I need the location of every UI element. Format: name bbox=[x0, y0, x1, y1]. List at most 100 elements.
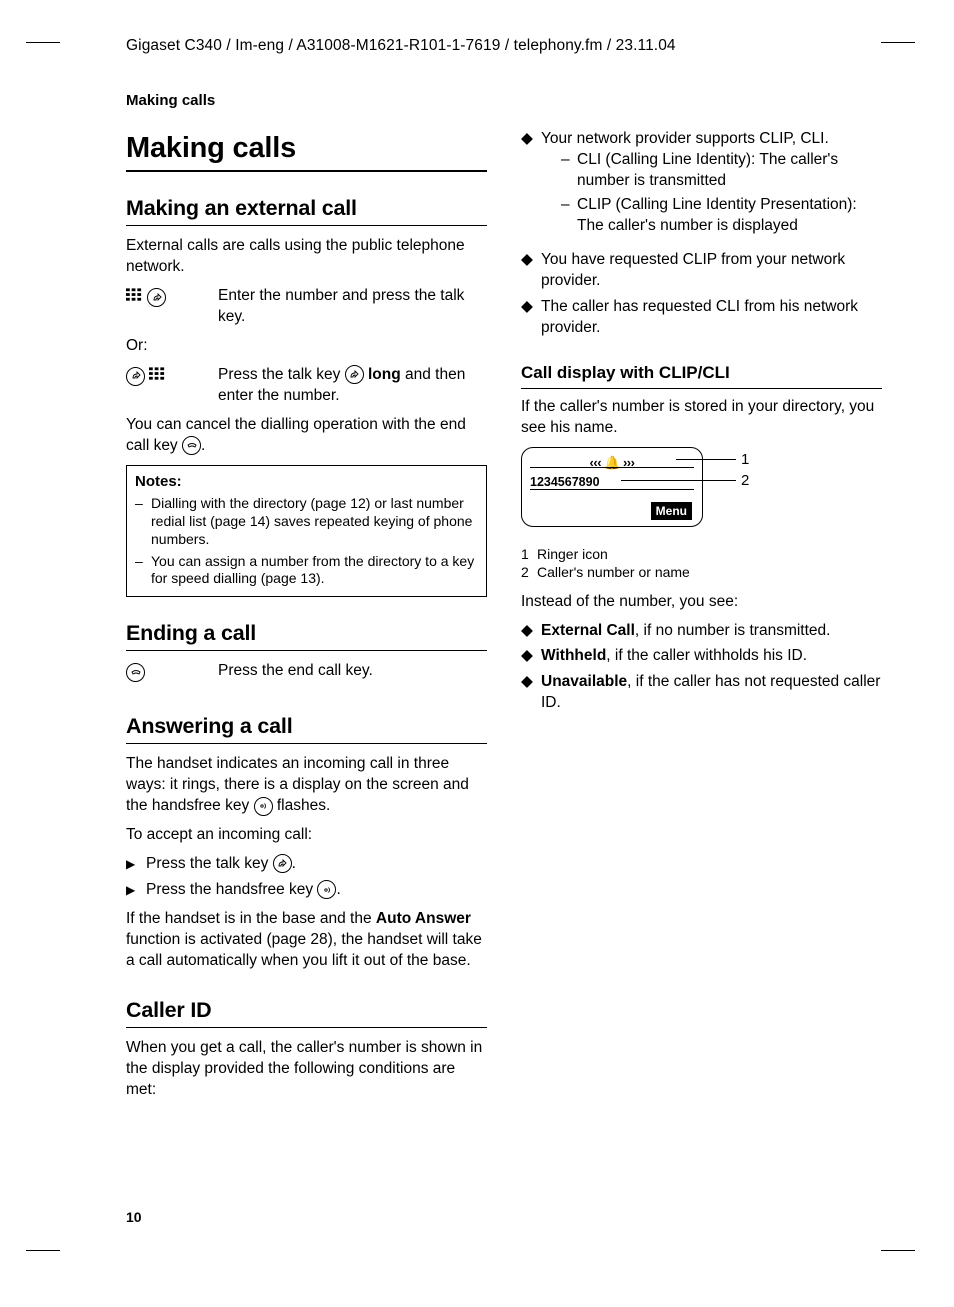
text: You can cancel the dialling operation wi… bbox=[126, 416, 466, 454]
divider bbox=[530, 489, 694, 490]
heading-answering-call: Answering a call bbox=[126, 712, 487, 741]
text-bold: long bbox=[364, 366, 401, 383]
legend: 1Ringer icon 2Caller's number or name bbox=[521, 545, 882, 581]
text: . bbox=[336, 881, 340, 898]
list-item: ◆The caller has requested CLI from his n… bbox=[521, 297, 882, 339]
h1-rule bbox=[126, 170, 487, 172]
talk-key-icon bbox=[273, 854, 292, 873]
paragraph: The handset indicates an incoming call i… bbox=[126, 754, 487, 817]
label: External Call bbox=[541, 622, 635, 639]
paragraph: You can cancel the dialling operation wi… bbox=[126, 415, 487, 457]
instruction-icons bbox=[126, 365, 218, 407]
h2-rule bbox=[126, 743, 487, 744]
h3-rule bbox=[521, 388, 882, 389]
instruction-row: Enter the number and press the talk key. bbox=[126, 286, 487, 328]
heading-ending-call: Ending a call bbox=[126, 619, 487, 648]
paragraph: When you get a call, the caller's number… bbox=[126, 1038, 487, 1101]
end-call-key-icon bbox=[182, 436, 201, 455]
h2-rule bbox=[126, 650, 487, 651]
callout-number: 2 bbox=[741, 471, 749, 491]
keypad-icon bbox=[149, 367, 166, 381]
talk-key-icon bbox=[126, 367, 145, 386]
handsfree-key-icon bbox=[254, 797, 273, 816]
callout-number: 1 bbox=[741, 450, 749, 470]
text: Press the handsfree key bbox=[146, 881, 317, 898]
text: You can assign a number from the directo… bbox=[151, 553, 478, 589]
heading-caller-id: Caller ID bbox=[126, 996, 487, 1025]
legend-num: 2 bbox=[521, 563, 537, 581]
text: . bbox=[201, 437, 205, 454]
legend-row: 2Caller's number or name bbox=[521, 563, 882, 581]
instruction-text: Press the end call key. bbox=[218, 661, 487, 682]
text: . bbox=[292, 855, 296, 872]
crop-mark bbox=[881, 1250, 915, 1251]
text: Your network provider supports CLIP, CLI… bbox=[541, 130, 829, 147]
legend-row: 1Ringer icon bbox=[521, 545, 882, 563]
ringer-row: ‹‹‹ 🔔 ››› bbox=[522, 454, 702, 472]
legend-num: 1 bbox=[521, 545, 537, 563]
menu-softkey: Menu bbox=[651, 502, 692, 520]
instruction-text: Press the talk key long and then enter t… bbox=[218, 365, 487, 407]
instruction-row: Press the talk key long and then enter t… bbox=[126, 365, 487, 407]
text: Press the handsfree key . bbox=[146, 880, 341, 901]
screen-diagram: ‹‹‹ 🔔 ››› 1234567890 Menu 1 2 bbox=[521, 447, 882, 539]
text: Press the talk key bbox=[218, 366, 345, 383]
page: Gigaset C340 / Im-eng / A31008-M1621-R10… bbox=[0, 0, 954, 1307]
h2-rule bbox=[126, 1027, 487, 1028]
list-item: ◆Unavailable, if the caller has not requ… bbox=[521, 672, 882, 714]
note-item: –Dialling with the directory (page 12) o… bbox=[135, 495, 478, 549]
list-item: ◆ Your network provider supports CLIP, C… bbox=[521, 129, 882, 245]
legend-text: Ringer icon bbox=[537, 545, 608, 563]
legend-text: Caller's number or name bbox=[537, 563, 690, 581]
paragraph: If the caller's number is stored in your… bbox=[521, 397, 882, 439]
text: You have requested CLIP from your networ… bbox=[541, 250, 882, 292]
keypad-icon bbox=[126, 288, 143, 302]
callout-line bbox=[676, 459, 736, 460]
list-item: ◆External Call, if no number is transmit… bbox=[521, 621, 882, 642]
paragraph: Instead of the number, you see: bbox=[521, 592, 882, 613]
dash-list: –CLI (Calling Line Identity): The caller… bbox=[561, 150, 882, 237]
note-item: –You can assign a number from the direct… bbox=[135, 553, 478, 589]
text: The caller has requested CLI from his ne… bbox=[541, 297, 882, 339]
text: If the handset is in the base and the bbox=[126, 910, 376, 927]
instruction-icons bbox=[126, 286, 218, 328]
or-label: Or: bbox=[126, 336, 487, 357]
arrow-list: ▶Press the talk key . ▶Press the handsfr… bbox=[126, 854, 487, 901]
page-number: 10 bbox=[126, 1208, 142, 1227]
end-call-key-icon bbox=[126, 663, 145, 682]
talk-key-icon bbox=[345, 365, 364, 384]
instruction-row: Press the end call key. bbox=[126, 661, 487, 682]
text: Dialling with the directory (page 12) or… bbox=[151, 495, 478, 549]
text: , if no number is transmitted. bbox=[635, 622, 831, 639]
instruction-icons bbox=[126, 661, 218, 682]
handsfree-key-icon bbox=[317, 880, 336, 899]
right-column: ◆ Your network provider supports CLIP, C… bbox=[521, 129, 882, 1108]
text: , if the caller withholds his ID. bbox=[606, 647, 807, 664]
list-item: ▶Press the talk key . bbox=[126, 854, 487, 875]
diamond-list: ◆ Your network provider supports CLIP, C… bbox=[521, 129, 882, 338]
list-item: ▶Press the handsfree key . bbox=[126, 880, 487, 901]
list-item: –CLI (Calling Line Identity): The caller… bbox=[561, 150, 882, 192]
heading-external-call: Making an external call bbox=[126, 194, 487, 223]
crop-mark bbox=[26, 1250, 60, 1251]
heading-call-display: Call display with CLIP/CLI bbox=[521, 362, 882, 385]
text: flashes. bbox=[273, 797, 331, 814]
h2-rule bbox=[126, 225, 487, 226]
left-column: Making calls Making an external call Ext… bbox=[126, 129, 487, 1108]
notes-box: Notes: –Dialling with the directory (pag… bbox=[126, 465, 487, 598]
paragraph: External calls are calls using the publi… bbox=[126, 236, 487, 278]
list-item: –CLIP (Calling Line Identity Presentatio… bbox=[561, 195, 882, 237]
talk-key-icon bbox=[147, 288, 166, 307]
label: Withheld bbox=[541, 647, 606, 664]
instruction-text: Enter the number and press the talk key. bbox=[218, 286, 487, 328]
text: CLI (Calling Line Identity): The caller'… bbox=[577, 150, 882, 192]
paragraph: If the handset is in the base and the Au… bbox=[126, 909, 487, 972]
crop-mark bbox=[881, 42, 915, 43]
paragraph: To accept an incoming call: bbox=[126, 825, 487, 846]
diamond-list: ◆External Call, if no number is transmit… bbox=[521, 621, 882, 715]
text: Press the talk key bbox=[146, 855, 273, 872]
notes-title: Notes: bbox=[135, 472, 478, 491]
divider bbox=[530, 467, 694, 468]
label: Unavailable bbox=[541, 673, 627, 690]
auto-answer-label: Auto Answer bbox=[376, 910, 471, 927]
